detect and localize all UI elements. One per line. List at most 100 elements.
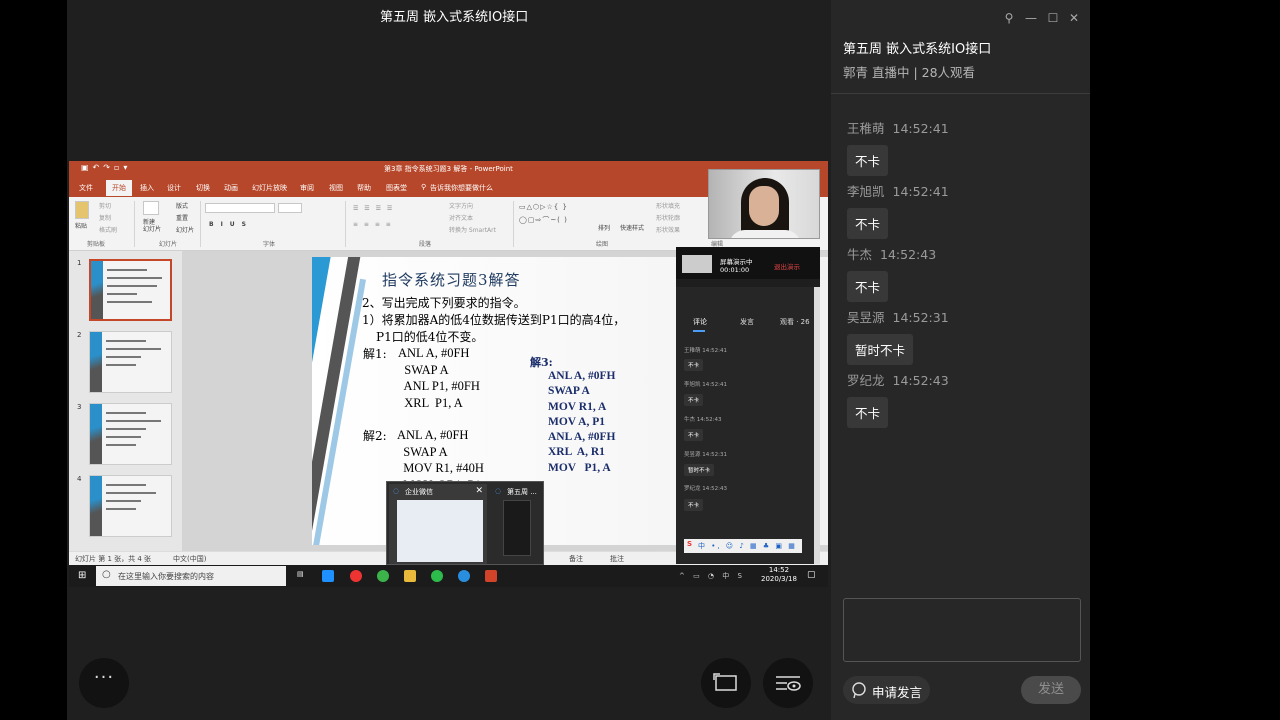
- section-label: 幻灯片: [176, 227, 195, 234]
- pin-icon[interactable]: ⚲: [1001, 10, 1017, 26]
- ppt-window-title: 第3章 指令系统习题3 解答 - PowerPoint: [384, 165, 513, 173]
- slide-thumb-1[interactable]: [89, 259, 172, 321]
- chat-time: 14:52:41: [892, 121, 949, 136]
- menu-design[interactable]: 设计: [167, 183, 181, 193]
- ime-toolbar[interactable]: S中 •, ☺ ♪ ▦ ♣ ▣ ▦: [684, 539, 802, 553]
- menu-insert[interactable]: 插入: [140, 183, 154, 193]
- windows-taskbar: ⊞ ○ 在这里输入你要搜索的内容 ▤ ^ ▭ ◔ 中 S 14:52 2020/…: [69, 565, 828, 587]
- paragraph-icons[interactable]: ☰ ☰ ☰ ☰: [353, 205, 394, 212]
- align-icons[interactable]: ≡ ≡ ≡ ≡: [353, 221, 393, 228]
- font-format-icons[interactable]: BIUS: [209, 221, 253, 228]
- chat-name: 李旭凯: [847, 184, 885, 199]
- windows-start-icon[interactable]: ⊞: [78, 570, 86, 581]
- menu-slideshow[interactable]: 幻灯片放映: [252, 183, 287, 193]
- share-thumbnail: [682, 255, 712, 273]
- mini-msg-text-3: 不卡: [684, 429, 704, 441]
- inner-scrollbar[interactable]: [814, 287, 820, 564]
- thumb-num-3: 3: [77, 403, 82, 411]
- taskbar-search-placeholder: 在这里输入你要搜索的内容: [118, 572, 214, 581]
- solution-3-label: 解3:: [530, 356, 553, 369]
- shape-fill-label[interactable]: 形状填充: [656, 201, 680, 210]
- taskbar-search[interactable]: ○ 在这里输入你要搜索的内容: [96, 566, 286, 586]
- live-small-icon: ◌: [495, 487, 502, 495]
- wecom-icon[interactable]: [458, 570, 470, 582]
- share-status-text: 屏幕演示中: [720, 258, 753, 266]
- taskbar-clock[interactable]: 14:52 2020/3/18: [761, 566, 797, 584]
- notes-button[interactable]: 备注: [569, 554, 583, 564]
- view-settings-button[interactable]: [763, 658, 813, 708]
- menu-home[interactable]: 开始: [106, 180, 132, 196]
- mini-msg-text-1: 不卡: [684, 359, 704, 371]
- tab-speak[interactable]: 发言: [740, 317, 754, 327]
- reset-label[interactable]: 重置: [176, 213, 188, 222]
- chat-time: 14:52:31: [892, 310, 949, 325]
- chat-input[interactable]: [843, 598, 1081, 662]
- arrange-label[interactable]: 排列: [598, 223, 610, 232]
- sidebar-subtitle: 郭青 直播中 | 28人观看: [843, 65, 976, 80]
- quick-style-label[interactable]: 快速样式: [620, 223, 644, 232]
- chat-message: 牛杰 14:52:43 不卡: [847, 244, 1077, 302]
- slide-thumb-3[interactable]: [89, 403, 172, 465]
- task-view-icon[interactable]: ▤: [297, 570, 304, 578]
- tray-icons[interactable]: ^ ▭ ◔ 中 S: [679, 571, 745, 581]
- minimize-icon[interactable]: —: [1023, 10, 1039, 26]
- taskbar-preview: ◌ 企业微信 ✕ ◌ 第五周 ...: [386, 481, 544, 565]
- menu-transitions[interactable]: 切换: [196, 183, 210, 193]
- rotate-button[interactable]: [701, 658, 751, 708]
- tab-comments[interactable]: 评论: [693, 317, 707, 327]
- sidebar-title: 第五周 嵌入式系统IO接口: [843, 42, 992, 57]
- text-direction-label[interactable]: 文字方向: [449, 201, 473, 210]
- paste-icon[interactable]: [75, 201, 89, 219]
- shapes-gallery-row2[interactable]: ◯▢⇨⌒~( ): [519, 215, 568, 225]
- slide-thumb-2[interactable]: [89, 331, 172, 393]
- question-line-1: 2、写出完成下列要求的指令。: [362, 296, 526, 310]
- stop-share-button[interactable]: 退出演示: [774, 261, 800, 271]
- notification-icon[interactable]: ▢: [807, 570, 816, 580]
- comments-button[interactable]: 批注: [610, 554, 624, 564]
- clock-time: 14:52: [768, 566, 790, 574]
- align-text-label[interactable]: 对齐文本: [449, 213, 473, 222]
- slide-info: 幻灯片 第 1 张，共 4 张: [75, 555, 152, 563]
- maximize-icon[interactable]: ☐: [1045, 10, 1061, 26]
- copy-label[interactable]: 复制: [99, 213, 111, 222]
- menu-animations[interactable]: 动画: [224, 183, 238, 193]
- cut-label[interactable]: 剪切: [99, 201, 111, 210]
- font-size-select[interactable]: [278, 203, 302, 213]
- format-painter-label[interactable]: 格式刷: [99, 225, 117, 234]
- thumb-num-2: 2: [77, 331, 82, 339]
- shape-effect-label[interactable]: 形状效果: [656, 225, 680, 234]
- preview-wecom[interactable]: ◌ 企业微信 ✕: [389, 484, 487, 564]
- menu-view[interactable]: 视图: [329, 183, 343, 193]
- font-name-select[interactable]: [205, 203, 275, 213]
- preview-live[interactable]: ◌ 第五周 ...: [491, 484, 543, 564]
- new-slide-icon[interactable]: [143, 201, 159, 215]
- chrome-icon[interactable]: [350, 570, 362, 582]
- more-button[interactable]: ···: [79, 658, 129, 708]
- layout-label[interactable]: 版式: [176, 201, 188, 210]
- tab-viewers[interactable]: 观看 · 26: [780, 317, 810, 327]
- menu-file[interactable]: 文件: [79, 183, 93, 193]
- shapes-gallery[interactable]: ▭△⬡▷☆{ }: [519, 203, 568, 211]
- send-button[interactable]: 发送: [1021, 676, 1081, 704]
- slide-thumbnails: 1 2 3 4: [69, 251, 182, 551]
- apply-speak-button[interactable]: 申请发言: [843, 676, 930, 704]
- menu-chart[interactable]: 图表堂: [386, 183, 407, 193]
- wechat-icon[interactable]: [431, 570, 443, 582]
- file-explorer-icon[interactable]: [404, 570, 416, 582]
- preview-wecom-image: [397, 500, 483, 562]
- shape-outline-label[interactable]: 形状轮廓: [656, 213, 680, 222]
- chat-message: 吴昱源 14:52:31 暂时不卡: [847, 307, 1077, 365]
- preview-close-icon[interactable]: ✕: [475, 486, 483, 496]
- tell-me-input[interactable]: 告诉我你想要做什么: [430, 183, 493, 193]
- powerpoint-icon[interactable]: [485, 570, 497, 582]
- preview-live-image: [503, 500, 531, 556]
- app-green-icon[interactable]: [377, 570, 389, 582]
- cortana-icon: ○: [102, 569, 111, 580]
- edge-icon[interactable]: [322, 570, 334, 582]
- menu-help[interactable]: 帮助: [357, 183, 371, 193]
- slide-thumb-4[interactable]: [89, 475, 172, 537]
- menu-review[interactable]: 审阅: [300, 183, 314, 193]
- group-slides: 幻灯片: [159, 241, 178, 248]
- close-icon[interactable]: ✕: [1066, 10, 1082, 26]
- smartart-label[interactable]: 转换为 SmartArt: [449, 225, 496, 234]
